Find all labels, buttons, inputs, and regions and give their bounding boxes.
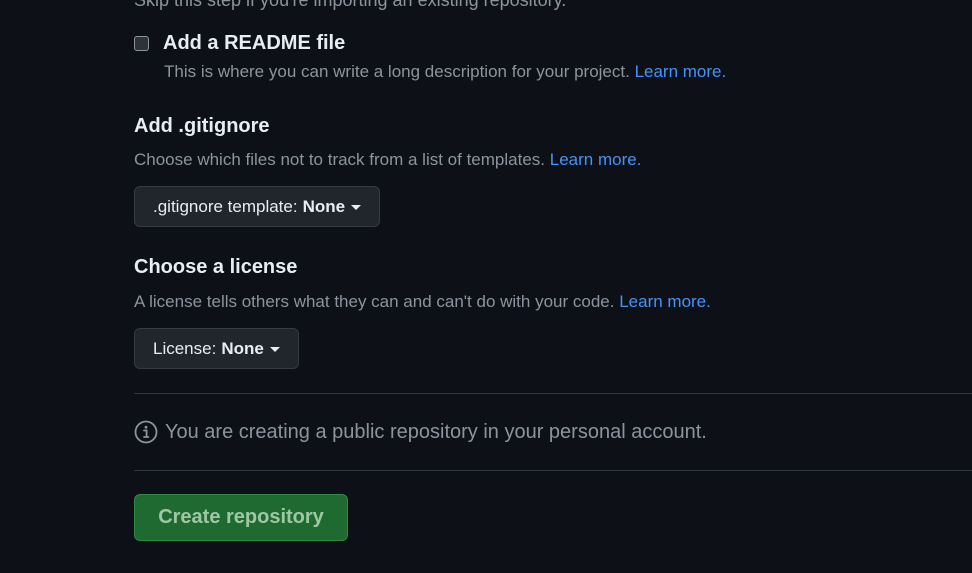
divider: [134, 393, 972, 394]
license-description-text: A license tells others what they can and…: [134, 292, 615, 311]
license-learn-more-link[interactable]: Learn more.: [619, 292, 711, 311]
create-repository-button[interactable]: Create repository: [134, 494, 348, 541]
caret-down-icon: [351, 205, 362, 210]
caret-down-icon: [269, 347, 280, 352]
readme-checkbox[interactable]: [134, 36, 149, 51]
license-title: Choose a license: [134, 256, 298, 278]
gitignore-description-text: Choose which files not to track from a l…: [134, 150, 546, 169]
license-dropdown-value: None: [221, 338, 264, 358]
new-repository-form: Skip this step if you're importing an ex…: [0, 0, 972, 573]
readme-label[interactable]: Add a README file: [163, 32, 345, 55]
visibility-notice-text: You are creating a public repository in …: [165, 420, 707, 443]
gitignore-learn-more-link[interactable]: Learn more.: [550, 150, 642, 169]
readme-description: This is where you can write a long descr…: [164, 62, 726, 82]
gitignore-template-dropdown[interactable]: .gitignore template: None: [134, 186, 381, 227]
license-dropdown[interactable]: License: None: [134, 328, 299, 369]
gitignore-dropdown-label: .gitignore template:: [153, 196, 298, 216]
gitignore-dropdown-value: None: [302, 196, 346, 216]
info-icon: [134, 420, 158, 444]
divider: [134, 470, 972, 471]
import-hint: Skip this step if you're importing an ex…: [134, 0, 567, 10]
visibility-notice: You are creating a public repository in …: [134, 420, 707, 444]
readme-description-text: This is where you can write a long descr…: [164, 62, 630, 81]
gitignore-title: Add .gitignore: [134, 115, 270, 137]
license-dropdown-label: License:: [153, 338, 217, 358]
readme-option[interactable]: Add a README file: [134, 32, 345, 55]
license-description: A license tells others what they can and…: [134, 292, 711, 312]
readme-learn-more-link[interactable]: Learn more.: [635, 62, 727, 81]
gitignore-description: Choose which files not to track from a l…: [134, 150, 641, 170]
